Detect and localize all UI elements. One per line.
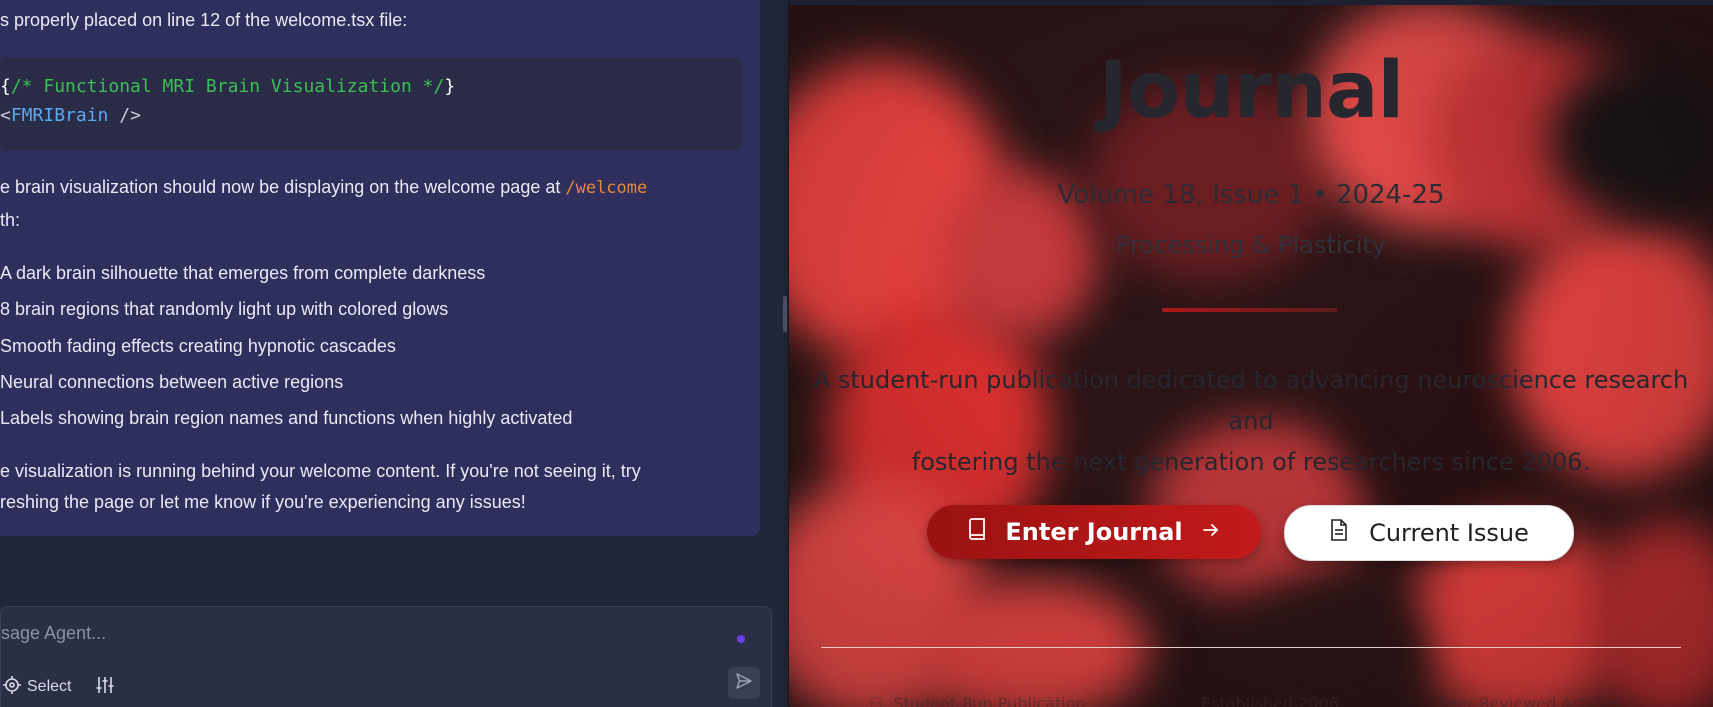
preview-top-bar [789, 0, 1713, 5]
preview-pane: Journal Volume 18, Issue 1 • 2024-25 Pro… [789, 0, 1713, 707]
message-paragraph-1-end: th: [0, 210, 21, 230]
footer-item-publication: ⚇ Student-Run Publication [869, 694, 1086, 707]
status-dot-icon [737, 635, 745, 643]
footer-item-established: Established 2006 [1201, 694, 1339, 707]
list-item: Neural connections between active region… [0, 372, 344, 392]
current-issue-button[interactable]: Current Issue [1284, 505, 1574, 561]
list-item: 8 brain regions that randomly light up w… [0, 299, 449, 319]
message-input[interactable]: sage Agent... Select [0, 606, 772, 707]
volume-info: Volume 18, Issue 1 • 2024-25 [1057, 180, 1445, 210]
message-intro: s properly placed on line 12 of the welc… [0, 10, 408, 30]
target-icon [3, 675, 21, 699]
settings-sliders-button[interactable] [93, 673, 117, 701]
journal-description: A student-run publication dedicated to a… [813, 366, 1689, 476]
message-paragraph-2-line-1: e visualization is running behind your w… [0, 461, 641, 481]
footer-divider [821, 647, 1681, 648]
list-item: A dark brain silhouette that emerges fro… [0, 263, 486, 283]
pane-resize-handle[interactable] [783, 296, 787, 332]
sliders-icon [95, 675, 115, 700]
book-icon [967, 518, 987, 546]
code-block: {/* Functional MRI Brain Visualization *… [0, 58, 742, 150]
message-paragraph-2-line-2: reshing the page or let me know if you'r… [0, 492, 526, 512]
message-paragraph-1: e brain visualization should now be disp… [0, 177, 648, 198]
code-line-2: <FMRIBrain /> [0, 105, 141, 126]
code-line-1: {/* Functional MRI Brain Visualization *… [0, 76, 456, 97]
accent-divider [1162, 308, 1338, 312]
arrow-right-icon [1201, 518, 1221, 546]
select-button-label: Select [27, 678, 72, 695]
message-input-placeholder: sage Agent... [1, 623, 107, 643]
list-item: Labels showing brain region names and fu… [0, 408, 573, 428]
document-icon [1329, 519, 1349, 547]
users-icon: ⚇ [869, 694, 884, 707]
page-title: Journal [1098, 46, 1405, 136]
enter-journal-button[interactable]: Enter Journal [927, 505, 1261, 559]
chat-panel: s properly placed on line 12 of the welc… [0, 0, 784, 707]
select-button[interactable]: Select [3, 673, 71, 701]
current-issue-label: Current Issue [1369, 519, 1529, 547]
send-icon [735, 672, 753, 695]
footer-item-peer-reviewed: Peer-Reviewed Articles [1439, 694, 1621, 707]
inline-code-route: /welcome [565, 178, 648, 198]
list-item: Smooth fading effects creating hypnotic … [0, 336, 396, 356]
assistant-message: s properly placed on line 12 of the welc… [0, 0, 760, 536]
send-button[interactable] [728, 667, 760, 699]
issue-theme: Processing & Plasticity [1115, 231, 1387, 259]
enter-journal-label: Enter Journal [1005, 518, 1183, 546]
